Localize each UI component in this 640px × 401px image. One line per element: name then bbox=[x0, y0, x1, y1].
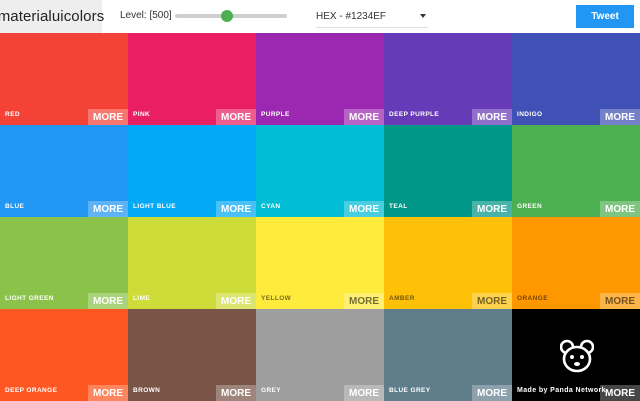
color-tile-label: RED bbox=[5, 111, 20, 118]
color-grid: RED MORE PINK MORE PURPLE MORE DEEP PURPLE MORE… bbox=[0, 33, 640, 401]
color-tile-blue-grey[interactable]: BLUE GREY MORE bbox=[384, 309, 512, 401]
color-tile-green[interactable]: GREEN MORE bbox=[512, 125, 640, 217]
format-select-underline bbox=[316, 27, 428, 28]
panda-icon bbox=[560, 339, 594, 373]
chevron-down-icon bbox=[420, 14, 426, 18]
color-tile-deep-orange[interactable]: DEEP ORANGE MORE bbox=[0, 309, 128, 401]
color-tile-cyan[interactable]: CYAN MORE bbox=[256, 125, 384, 217]
color-tile-label: PINK bbox=[133, 111, 151, 118]
color-tile-pink[interactable]: PINK MORE bbox=[128, 33, 256, 125]
more-button[interactable]: MORE bbox=[600, 293, 640, 309]
color-tile-label: INDIGO bbox=[517, 111, 543, 118]
color-tile-amber[interactable]: AMBER MORE bbox=[384, 217, 512, 309]
color-tile-red[interactable]: RED MORE bbox=[0, 33, 128, 125]
format-select[interactable]: HEX - #1234EF bbox=[316, 8, 426, 24]
color-tile-label: BLUE GREY bbox=[389, 387, 431, 394]
color-tile-deep-purple[interactable]: DEEP PURPLE MORE bbox=[384, 33, 512, 125]
more-button[interactable]: MORE bbox=[344, 201, 384, 217]
more-button[interactable]: MORE bbox=[216, 293, 256, 309]
more-button[interactable]: MORE bbox=[344, 109, 384, 125]
more-button[interactable]: MORE bbox=[472, 201, 512, 217]
color-tile-label: TEAL bbox=[389, 203, 408, 210]
more-button[interactable]: MORE bbox=[216, 201, 256, 217]
color-tile-grey[interactable]: GREY MORE bbox=[256, 309, 384, 401]
more-button[interactable]: MORE bbox=[216, 109, 256, 125]
more-button[interactable]: MORE bbox=[88, 109, 128, 125]
level-label: Level: [500] bbox=[120, 10, 172, 21]
more-button[interactable]: MORE bbox=[344, 293, 384, 309]
level-slider-handle[interactable] bbox=[221, 10, 233, 22]
color-tile-orange[interactable]: ORANGE MORE bbox=[512, 217, 640, 309]
more-button[interactable]: MORE bbox=[88, 293, 128, 309]
color-tile-label: LIGHT GREEN bbox=[5, 295, 54, 302]
color-tile-purple[interactable]: PURPLE MORE bbox=[256, 33, 384, 125]
color-tile-label: PURPLE bbox=[261, 111, 290, 118]
color-tile-label: DEEP ORANGE bbox=[5, 387, 58, 394]
more-button[interactable]: MORE bbox=[472, 293, 512, 309]
color-tile-label: DEEP PURPLE bbox=[389, 111, 440, 118]
color-tile-indigo[interactable]: INDIGO MORE bbox=[512, 33, 640, 125]
tweet-button[interactable]: Tweet bbox=[576, 5, 634, 28]
color-tile-label: YELLOW bbox=[261, 295, 292, 302]
more-button[interactable]: MORE bbox=[600, 385, 640, 401]
app-logo[interactable]: materialuicolors bbox=[0, 0, 104, 33]
top-bar: materialuicolors Level: [500] HEX - #123… bbox=[0, 0, 640, 33]
color-tile-teal[interactable]: TEAL MORE bbox=[384, 125, 512, 217]
color-tile-label: BLUE bbox=[5, 203, 25, 210]
color-tile-made-by-panda-network[interactable]: Made by Panda Network MORE bbox=[512, 309, 640, 401]
color-tile-blue[interactable]: BLUE MORE bbox=[0, 125, 128, 217]
color-tile-label: CYAN bbox=[261, 203, 281, 210]
color-tile-light-green[interactable]: LIGHT GREEN MORE bbox=[0, 217, 128, 309]
color-tile-label: GREEN bbox=[517, 203, 543, 210]
more-button[interactable]: MORE bbox=[88, 385, 128, 401]
format-select-value: HEX - #1234EF bbox=[316, 10, 387, 22]
color-tile-label: BROWN bbox=[133, 387, 161, 394]
more-button[interactable]: MORE bbox=[472, 385, 512, 401]
more-button[interactable]: MORE bbox=[600, 109, 640, 125]
color-tile-label: LIME bbox=[133, 295, 151, 302]
more-button[interactable]: MORE bbox=[216, 385, 256, 401]
color-tile-yellow[interactable]: YELLOW MORE bbox=[256, 217, 384, 309]
color-tile-lime[interactable]: LIME MORE bbox=[128, 217, 256, 309]
color-tile-light-blue[interactable]: LIGHT BLUE MORE bbox=[128, 125, 256, 217]
color-tile-brown[interactable]: BROWN MORE bbox=[128, 309, 256, 401]
more-button[interactable]: MORE bbox=[344, 385, 384, 401]
color-tile-label: GREY bbox=[261, 387, 282, 394]
more-button[interactable]: MORE bbox=[472, 109, 512, 125]
color-tile-label: AMBER bbox=[389, 295, 415, 302]
more-button[interactable]: MORE bbox=[600, 201, 640, 217]
color-tile-label: LIGHT BLUE bbox=[133, 203, 176, 210]
color-tile-label: Made by Panda Network bbox=[517, 387, 606, 394]
color-tile-label: ORANGE bbox=[517, 295, 548, 302]
more-button[interactable]: MORE bbox=[88, 201, 128, 217]
